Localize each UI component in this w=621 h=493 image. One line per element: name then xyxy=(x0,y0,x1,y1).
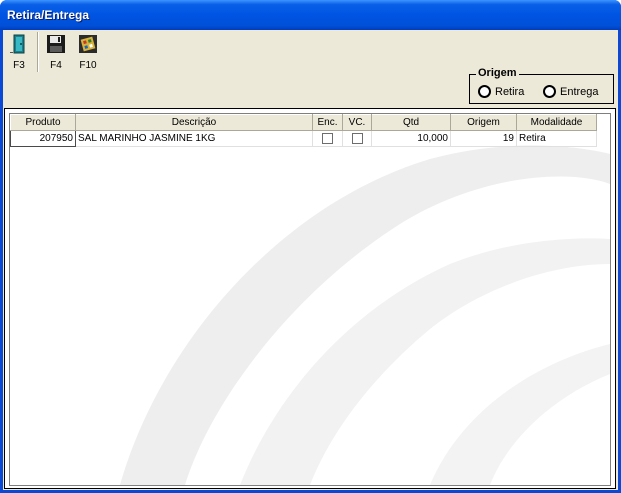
radio-entrega[interactable]: Entrega xyxy=(543,85,599,98)
table-row[interactable]: 207950 SAL MARINHO JASMINE 1KG 10,000 19… xyxy=(10,130,597,147)
f4-save-button[interactable]: F4 xyxy=(42,33,70,71)
cell-vc[interactable] xyxy=(342,130,372,147)
cell-qtd[interactable]: 10,000 xyxy=(371,130,451,147)
floppy-disk-icon xyxy=(45,33,67,55)
col-header-qtd[interactable]: Qtd xyxy=(371,114,451,131)
grid-frame: Produto Descrição Enc. VC. Qtd Origem Mo… xyxy=(4,108,616,489)
items-grid[interactable]: Produto Descrição Enc. VC. Qtd Origem Mo… xyxy=(9,113,611,486)
toolbar: F3 F4 F10 Origem Retira Entrega xyxy=(3,30,618,108)
toolbar-separator xyxy=(37,32,39,72)
origem-groupbox: Origem Retira Entrega xyxy=(469,67,614,104)
calculator-icon xyxy=(77,33,99,55)
f10-label: F10 xyxy=(79,60,97,71)
radio-circle-icon xyxy=(478,85,491,98)
cell-descricao[interactable]: SAL MARINHO JASMINE 1KG xyxy=(75,130,313,147)
cell-enc[interactable] xyxy=(312,130,343,147)
col-header-produto[interactable]: Produto xyxy=(10,114,76,131)
cell-origem[interactable]: 19 xyxy=(450,130,517,147)
f3-label: F3 xyxy=(13,60,25,71)
f10-button[interactable]: F10 xyxy=(74,33,102,71)
radio-retira[interactable]: Retira xyxy=(478,85,524,98)
vc-checkbox[interactable] xyxy=(351,132,363,144)
title-bar[interactable]: Retira/Entrega xyxy=(0,0,621,30)
client-area: F3 F4 F10 Origem Retira Entrega Produto … xyxy=(3,30,618,490)
cell-produto[interactable]: 207950 xyxy=(10,130,76,147)
origem-legend: Origem xyxy=(476,67,519,79)
enc-checkbox[interactable] xyxy=(322,132,333,144)
radio-retira-label: Retira xyxy=(495,85,525,98)
f4-label: F4 xyxy=(50,60,62,71)
col-header-vc[interactable]: VC. xyxy=(342,114,372,131)
app-window: Retira/Entrega F3 F4 F10 Origem Retira E… xyxy=(0,0,621,493)
watermark-logo-icon xyxy=(120,145,610,485)
table-header-row: Produto Descrição Enc. VC. Qtd Origem Mo… xyxy=(10,114,597,131)
radio-entrega-label: Entrega xyxy=(560,85,599,98)
radio-circle-icon xyxy=(543,85,556,98)
col-header-descricao[interactable]: Descrição xyxy=(75,114,313,131)
items-table: Produto Descrição Enc. VC. Qtd Origem Mo… xyxy=(10,114,597,147)
f3-exit-button[interactable]: F3 xyxy=(5,33,33,71)
col-header-origem[interactable]: Origem xyxy=(450,114,517,131)
col-header-enc[interactable]: Enc. xyxy=(312,114,343,131)
col-header-modalidade[interactable]: Modalidade xyxy=(516,114,597,131)
exit-door-icon xyxy=(8,33,30,55)
cell-modalidade[interactable]: Retira xyxy=(516,130,597,147)
window-title: Retira/Entrega xyxy=(7,8,90,22)
